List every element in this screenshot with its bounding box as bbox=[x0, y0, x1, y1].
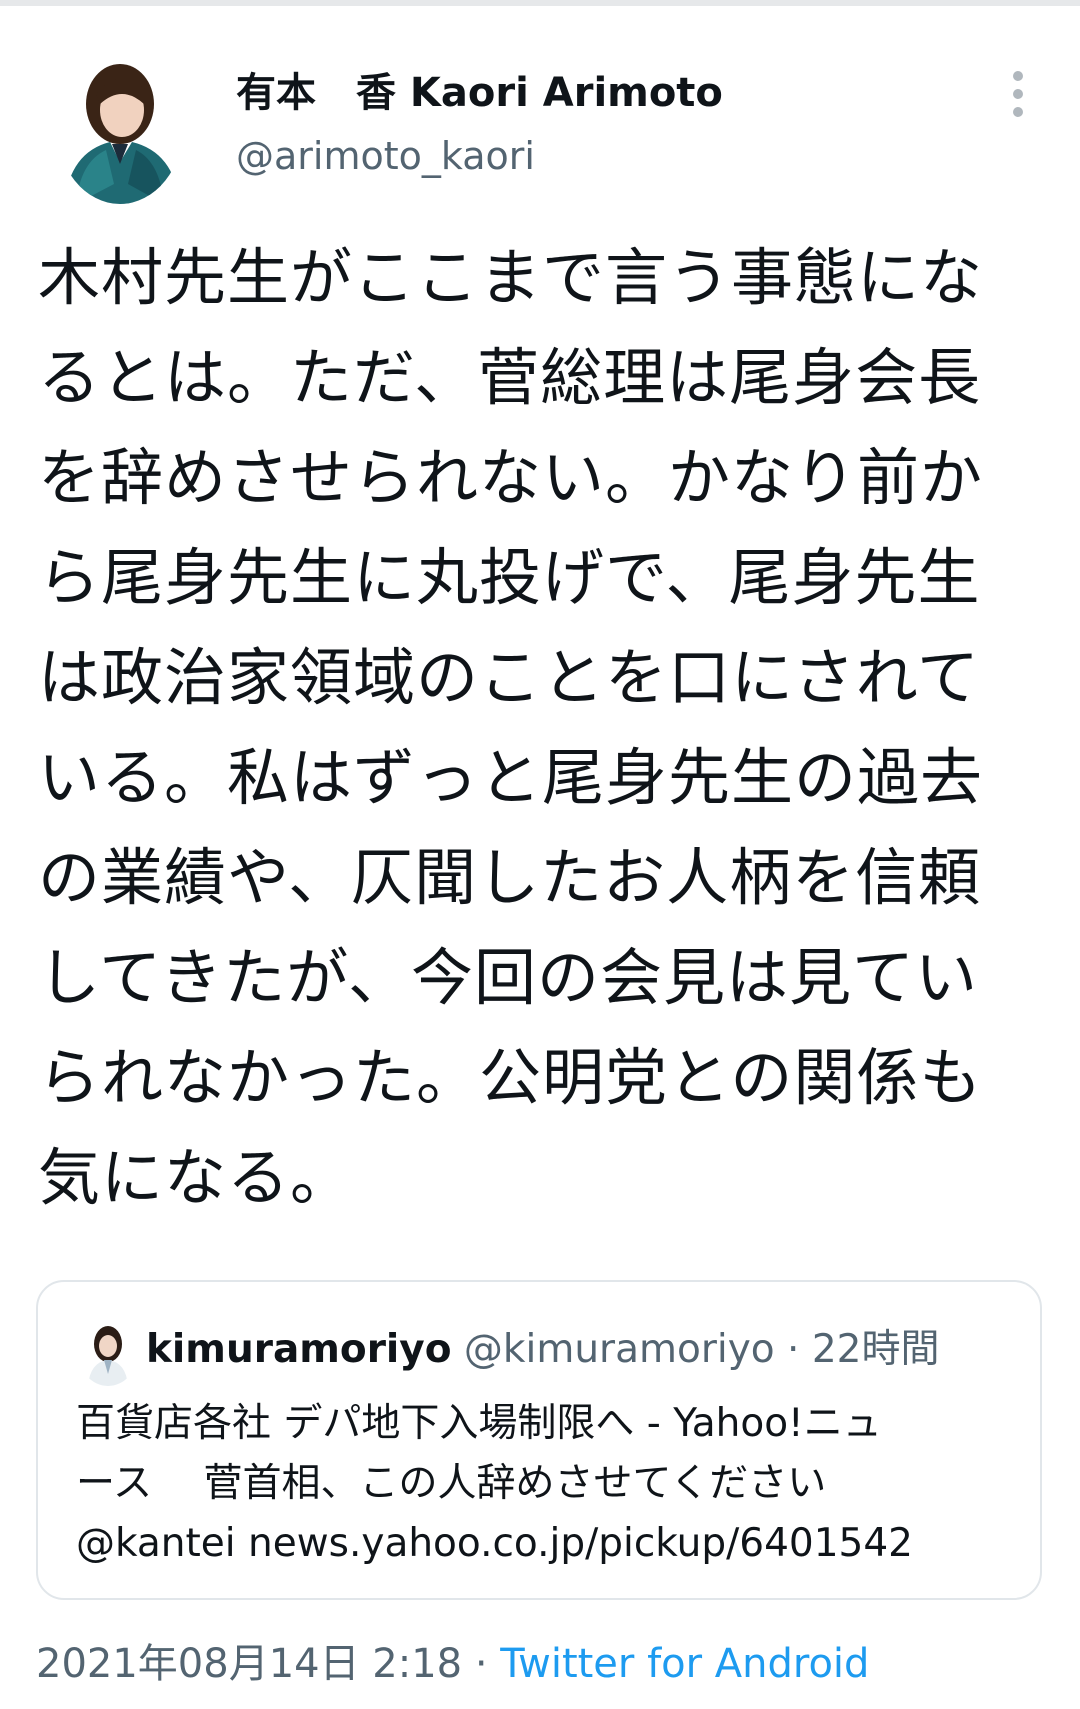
quoted-text-line: @kantei news.yahoo.co.jp/pickup/6401542 bbox=[76, 1521, 913, 1566]
tweet-timestamp[interactable]: 2021年08月14日 2:18 bbox=[36, 1641, 462, 1687]
tweet-text-line: 木村先生がここまで言う事態にな bbox=[38, 241, 984, 314]
tweet-text-line: は政治家領域のことを口にされて bbox=[38, 641, 980, 714]
quoted-tweet-header: kimuramoriyo @kimuramoriyo · 22時間 bbox=[146, 1318, 940, 1382]
quoted-author-handle[interactable]: @kimuramoriyo bbox=[464, 1327, 775, 1372]
tweet-text-line: してきたが、今回の会見は見てい bbox=[38, 941, 979, 1014]
quoted-time: 22時間 bbox=[811, 1327, 940, 1372]
quoted-separator: · bbox=[774, 1327, 812, 1372]
quoted-tweet-card[interactable]: kimuramoriyo @kimuramoriyo · 22時間 百貨店各社 … bbox=[36, 1280, 1042, 1600]
tweet-text-line: を辞めさせられない。かなり前か bbox=[38, 441, 984, 514]
quoted-text-line: ース 菅首相、この人辞めさせてください bbox=[76, 1461, 827, 1506]
quoted-tweet-text: 百貨店各社 デパ地下入場制限へ - Yahoo!ニュ ース 菅首相、この人辞めさ… bbox=[76, 1394, 1016, 1574]
tweet-text-line: られなかった。公明党との関係も bbox=[38, 1041, 983, 1114]
tweet: 有本 香 Kaori Arimoto @arimoto_kaori 木村先生がこ… bbox=[0, 0, 1080, 1709]
author-display-name[interactable]: 有本 香 Kaori Arimoto bbox=[236, 60, 723, 118]
tweet-source-link[interactable]: Twitter for Android bbox=[500, 1641, 869, 1687]
quoted-author-avatar[interactable] bbox=[78, 1318, 138, 1386]
footer-separator: · bbox=[462, 1641, 501, 1687]
quoted-author-name[interactable]: kimuramoriyo bbox=[146, 1327, 452, 1372]
tweet-text-line: 気になる。 bbox=[38, 1141, 354, 1214]
author-handle[interactable]: @arimoto_kaori bbox=[236, 134, 535, 178]
more-vertical-icon[interactable] bbox=[1003, 68, 1033, 120]
tweet-text-line: の業績や、仄聞したお人柄を信頼 bbox=[38, 841, 982, 914]
author-avatar[interactable] bbox=[56, 44, 184, 204]
tweet-text-line: いる。私はずっと尾身先生の過去 bbox=[38, 741, 984, 814]
tweet-text-line: るとは。ただ、菅総理は尾身会長 bbox=[38, 341, 982, 414]
tweet-footer: 2021年08月14日 2:18 · Twitter for Android bbox=[36, 1636, 869, 1692]
quoted-text-line: 百貨店各社 デパ地下入場制限へ - Yahoo!ニュ bbox=[76, 1401, 882, 1446]
tweet-text: 木村先生がここまで言う事態にな るとは。ただ、菅総理は尾身会長 を辞めさせられな… bbox=[38, 228, 1048, 1228]
tweet-text-line: ら尾身先生に丸投げで、尾身先生 bbox=[38, 541, 981, 614]
